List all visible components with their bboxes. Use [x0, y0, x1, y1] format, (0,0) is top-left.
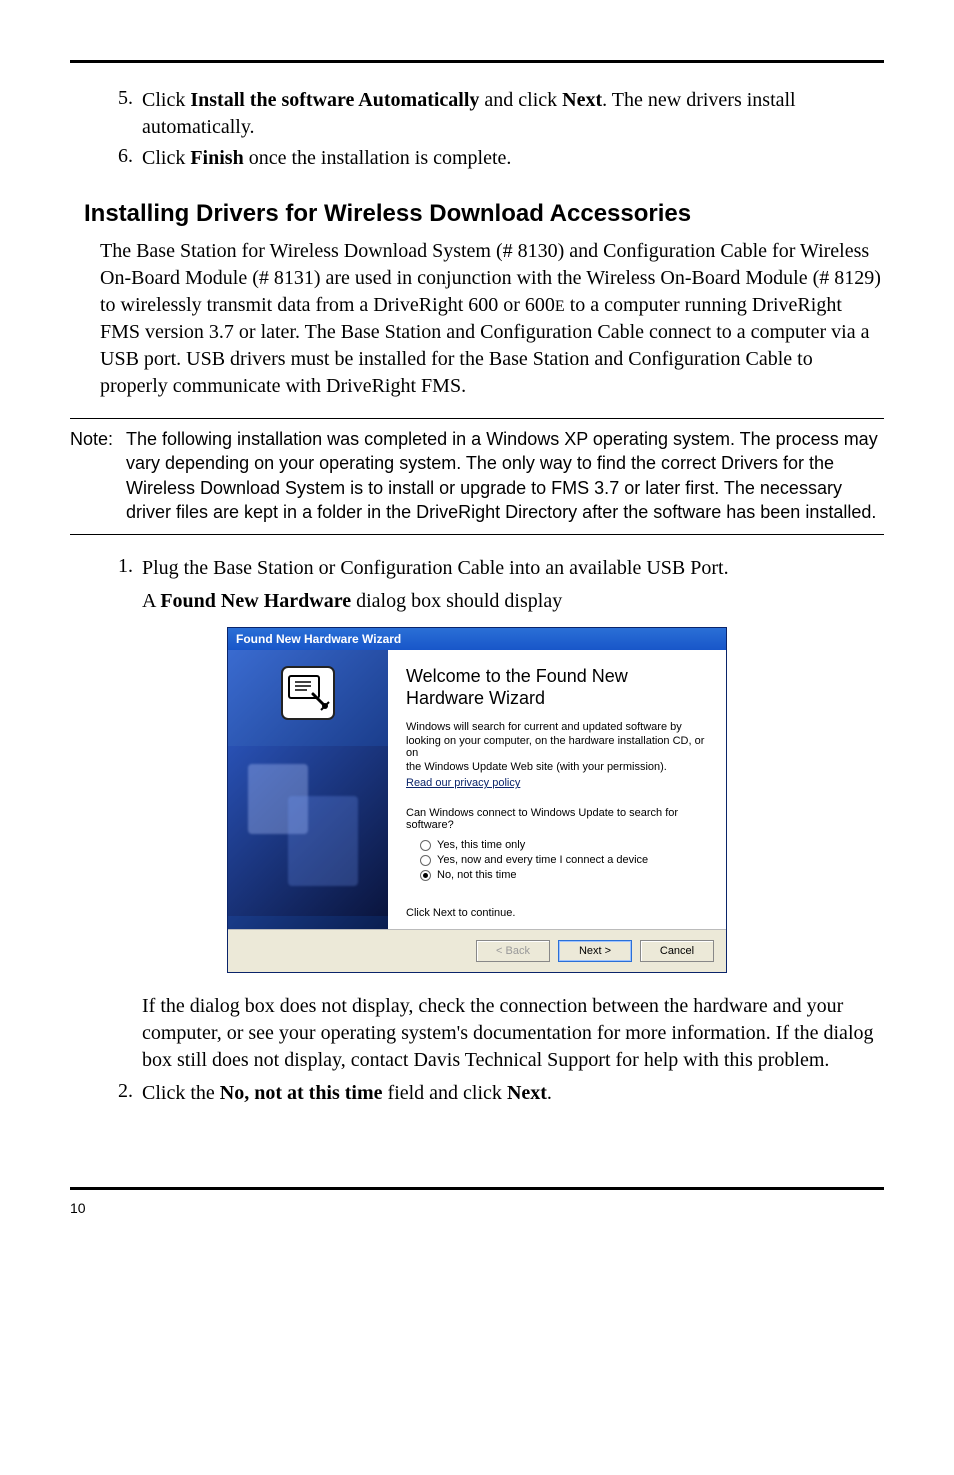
radio-label: No, not this time — [437, 869, 516, 881]
step-number: 1. — [118, 555, 142, 582]
ordered-list-cont: 2. Click the No, not at this time field … — [70, 1080, 884, 1107]
wizard-sidebar — [228, 650, 388, 929]
step-5: 5. Click Install the software Automatica… — [118, 87, 884, 141]
wizard-dialog: Found New Hardware Wizard — [227, 627, 727, 973]
wizard-body: Welcome to the Found New Hardware Wizard… — [228, 650, 726, 929]
page: 5. Click Install the software Automatica… — [0, 0, 954, 1256]
note-rule-bottom — [70, 534, 884, 535]
top-rule — [70, 60, 884, 63]
radio-icon-selected — [420, 870, 431, 881]
radio-yes-once[interactable]: Yes, this time only — [420, 839, 708, 851]
step-text: Click Install the software Automatically… — [142, 87, 884, 141]
footer-rule — [70, 1187, 884, 1190]
step-number: 2. — [118, 1080, 142, 1107]
step-text: Click the No, not at this time field and… — [142, 1080, 552, 1107]
followup-paragraph: If the dialog box does not display, chec… — [142, 993, 884, 1074]
radio-label: Yes, this time only — [437, 839, 525, 851]
radio-no[interactable]: No, not this time — [420, 869, 708, 881]
intro-paragraph: The Base Station for Wireless Download S… — [100, 238, 884, 400]
sidebar-image — [228, 746, 388, 916]
privacy-link[interactable]: Read our privacy policy — [406, 777, 520, 789]
wizard-desc-line: Windows will search for current and upda… — [406, 721, 708, 733]
back-button: < Back — [476, 940, 550, 962]
page-number: 10 — [70, 1200, 884, 1216]
wizard-heading: Welcome to the Found New Hardware Wizard — [406, 666, 708, 709]
radio-label: Yes, now and every time I connect a devi… — [437, 854, 648, 866]
wizard-desc-line: looking on your computer, on the hardwar… — [406, 735, 708, 759]
radio-icon — [420, 840, 431, 851]
next-button[interactable]: Next > — [558, 940, 632, 962]
note-label: Note: — [70, 427, 126, 524]
step-2: 2. Click the No, not at this time field … — [118, 1080, 884, 1107]
ordered-list-top: 5. Click Install the software Automatica… — [70, 87, 884, 172]
wizard-main: Welcome to the Found New Hardware Wizard… — [388, 650, 726, 929]
cancel-button[interactable]: Cancel — [640, 940, 714, 962]
step-text: Click Finish once the installation is co… — [142, 145, 511, 172]
step-1: 1. Plug the Base Station or Configuratio… — [118, 555, 884, 582]
step-number: 6. — [118, 145, 142, 172]
wizard-button-row: < Back Next > Cancel — [228, 929, 726, 972]
section-heading: Installing Drivers for Wireless Download… — [84, 200, 884, 228]
wizard-question: Can Windows connect to Windows Update to… — [406, 807, 708, 831]
step-6: 6. Click Finish once the installation is… — [118, 145, 884, 172]
wizard-titlebar: Found New Hardware Wizard — [228, 628, 726, 650]
note-text: The following installation was completed… — [126, 427, 884, 524]
step-1-sub: A Found New Hardware dialog box should d… — [142, 588, 884, 615]
radio-icon — [420, 855, 431, 866]
step-number: 5. — [118, 87, 142, 141]
wizard-screenshot: Found New Hardware Wizard — [70, 627, 884, 973]
step-text: Plug the Base Station or Configuration C… — [142, 555, 729, 582]
hardware-icon — [281, 666, 335, 723]
ordered-list-main: 1. Plug the Base Station or Configuratio… — [70, 555, 884, 582]
wizard-desc-line: the Windows Update Web site (with your p… — [406, 761, 708, 773]
note-block: Note: The following installation was com… — [70, 419, 884, 534]
radio-yes-always[interactable]: Yes, now and every time I connect a devi… — [420, 854, 708, 866]
wizard-continue-text: Click Next to continue. — [406, 907, 708, 919]
